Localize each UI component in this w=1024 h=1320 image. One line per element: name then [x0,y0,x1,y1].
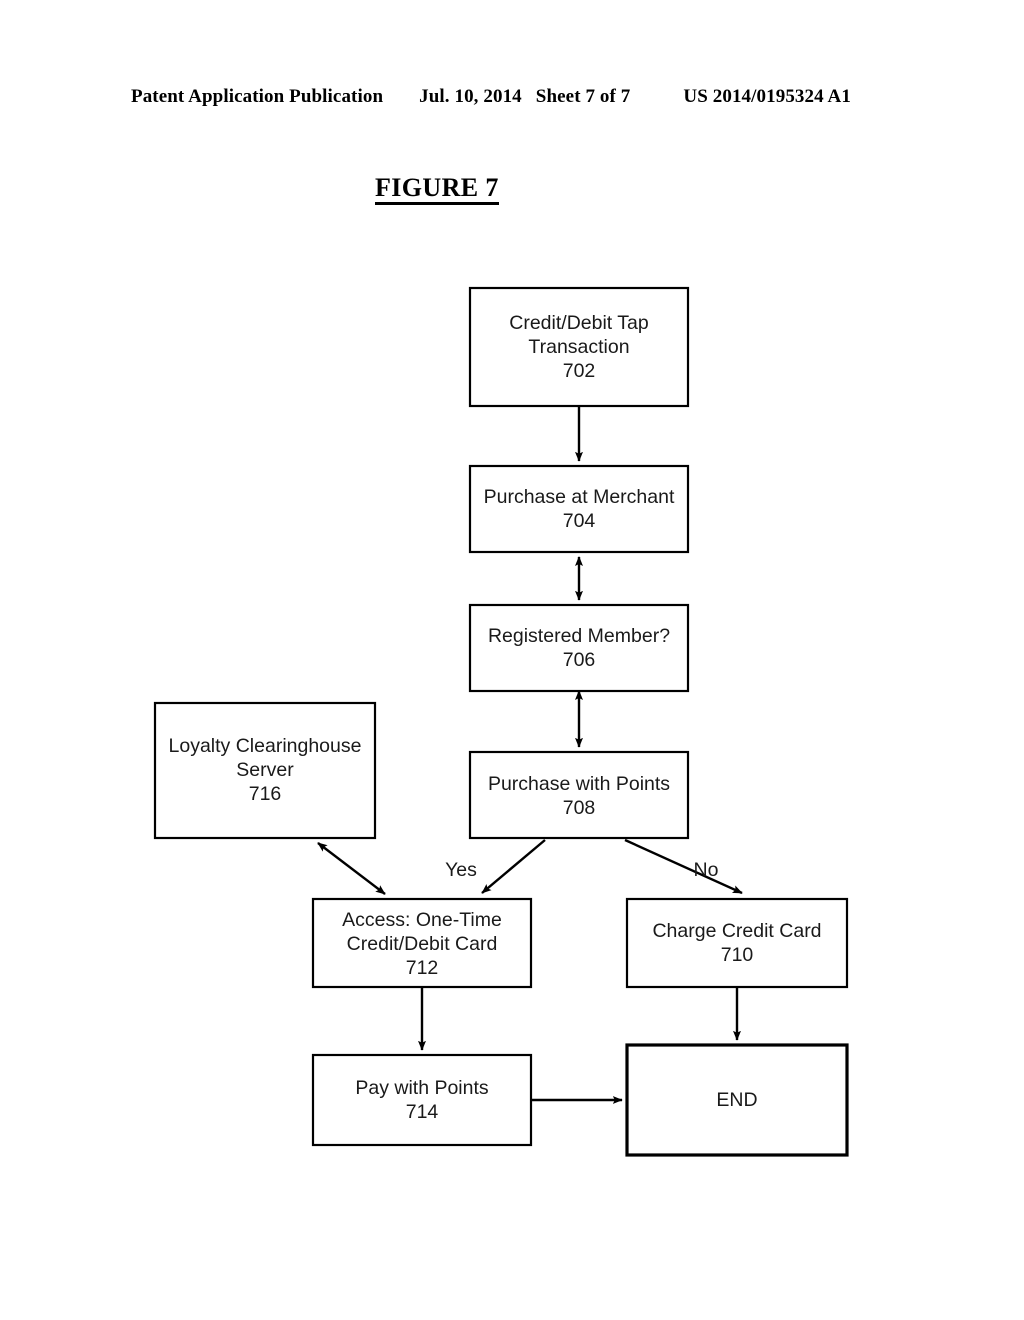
node-712-line1: Access: One-Time [342,909,502,931]
node-708[interactable]: Purchase with Points 708 [468,750,690,840]
node-710[interactable]: Charge Credit Card 710 [625,897,849,989]
node-end[interactable]: END [625,1043,849,1157]
node-716-ref: 716 [249,783,282,805]
edge-label-no: No [694,859,719,881]
node-704[interactable]: Purchase at Merchant 704 [468,464,690,554]
node-706-box[interactable] [468,603,690,693]
node-702-line1: Credit/Debit Tap [509,312,649,334]
node-716-line1: Loyalty Clearinghouse [169,735,362,757]
node-716-line2: Server [236,759,294,781]
node-710-line1: Charge Credit Card [652,920,821,942]
node-704-box[interactable] [468,464,690,554]
flowchart-canvas: Yes No Credit/Debit Tap Transaction 702 … [153,286,849,1157]
node-704-ref: 704 [563,510,596,532]
node-end-label: END [716,1089,757,1111]
edge-716-to-712 [317,842,386,895]
node-706-line1: Registered Member? [488,625,670,647]
node-716[interactable]: Loyalty Clearinghouse Server 716 [153,701,377,840]
node-714-box[interactable] [311,1053,533,1147]
node-702-ref: 702 [563,360,596,382]
edge-708-to-712-yes [481,839,546,894]
node-706[interactable]: Registered Member? 706 [468,603,690,693]
node-708-line1: Purchase with Points [488,773,670,795]
node-714-line1: Pay with Points [355,1077,489,1099]
node-712-line2: Credit/Debit Card [347,933,498,955]
node-702-line2: Transaction [528,336,629,358]
node-712[interactable]: Access: One-Time Credit/Debit Card 712 [311,897,533,989]
node-706-ref: 706 [563,649,596,671]
node-710-ref: 710 [721,944,754,966]
node-714-ref: 714 [406,1101,439,1123]
patent-page: Patent Application Publication Jul. 10, … [0,0,1024,1320]
node-712-ref: 712 [406,957,439,979]
node-702[interactable]: Credit/Debit Tap Transaction 702 [468,286,690,408]
node-714[interactable]: Pay with Points 714 [311,1053,533,1147]
node-704-line1: Purchase at Merchant [484,486,675,508]
edge-label-yes: Yes [445,859,477,881]
node-708-ref: 708 [563,797,596,819]
edge-708-to-710-no [624,838,743,895]
node-710-box[interactable] [625,897,849,989]
